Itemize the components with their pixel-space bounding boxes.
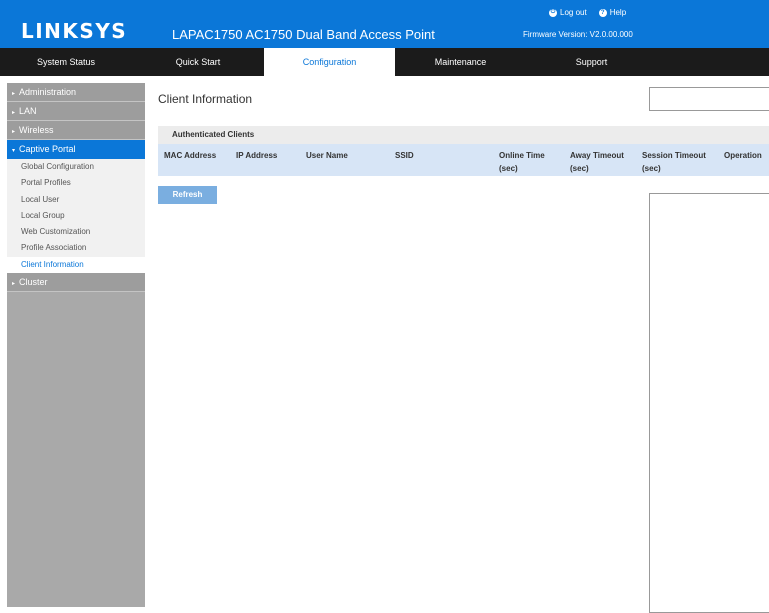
authenticated-clients-header: Authenticated Clients — [158, 126, 769, 144]
tab-support[interactable]: Support — [526, 48, 657, 76]
column-header-ip-address: IP Address — [236, 151, 278, 160]
sidebar: ▸ Administration ▸ LAN ▸ Wireless ▾ Captive … — [7, 83, 145, 607]
sidebar-item-profile-association[interactable]: Profile Association — [7, 240, 145, 256]
search-input[interactable] — [649, 87, 769, 111]
top-links: ⏻ Log out ? Help — [549, 8, 626, 17]
sidebar-item-local-group[interactable]: Local Group — [7, 208, 145, 224]
sidebar-group-lan[interactable]: ▸ LAN — [7, 102, 145, 121]
sidebar-item-portal-profiles[interactable]: Portal Profiles — [7, 175, 145, 191]
page-title: Client Information — [158, 92, 253, 106]
chevron-right-icon: ▸ — [12, 281, 16, 288]
captive-portal-submenu: Global Configuration Portal Profiles Loc… — [7, 159, 145, 274]
column-header-mac-address: MAC Address — [164, 151, 217, 160]
chevron-right-icon: ▸ — [12, 110, 16, 116]
clients-table-header: MAC Address IP Address User Name SSID On… — [158, 144, 769, 176]
chevron-down-icon: ▾ — [12, 148, 16, 154]
sidebar-item-web-customization[interactable]: Web Customization — [7, 224, 145, 240]
product-name: LAPAC1750 AC1750 Dual Band Access Point — [172, 27, 435, 42]
logout-link[interactable]: ⏻ Log out — [549, 8, 587, 17]
sidebar-group-captive-portal[interactable]: ▾ Captive Portal — [7, 140, 145, 159]
sidebar-group-label: Cluster — [19, 277, 48, 288]
column-header-user-name: User Name — [306, 151, 348, 160]
column-header-session-timeout: Session Timeout (sec) — [642, 151, 706, 173]
firmware-version: Firmware Version: V2.0.00.000 — [523, 30, 633, 39]
sidebar-item-client-information[interactable]: Client Information — [7, 256, 145, 274]
sidebar-group-label: LAN — [19, 106, 37, 116]
refresh-button[interactable]: Refresh — [158, 186, 217, 204]
column-header-operation: Operation — [724, 151, 762, 160]
sidebar-group-administration[interactable]: ▸ Administration — [7, 83, 145, 102]
help-icon: ? — [598, 8, 607, 17]
sidebar-item-local-user[interactable]: Local User — [7, 192, 145, 208]
sidebar-group-label: Wireless — [19, 125, 54, 135]
column-header-away-timeout: Away Timeout (sec) — [570, 151, 624, 173]
power-icon: ⏻ — [549, 8, 557, 17]
chevron-right-icon: ▸ — [12, 91, 16, 97]
column-header-ssid: SSID — [395, 151, 414, 160]
help-link[interactable]: ? Help — [598, 8, 627, 17]
logout-label: Log out — [560, 8, 587, 17]
sidebar-group-cluster[interactable]: ▸ Cluster — [7, 273, 145, 293]
tab-quick-start[interactable]: Quick Start — [132, 48, 264, 76]
sidebar-group-label: Captive Portal — [19, 144, 76, 154]
sidebar-group-wireless[interactable]: ▸ Wireless — [7, 121, 145, 140]
section-title: Authenticated Clients — [172, 130, 255, 139]
main-nav: System Status Quick Start Configuration … — [0, 48, 769, 76]
linksys-logo: LINKSYS — [21, 19, 128, 43]
sidebar-item-global-configuration[interactable]: Global Configuration — [7, 159, 145, 175]
tab-configuration[interactable]: Configuration — [264, 48, 395, 76]
header-bar: LINKSYS LAPAC1750 AC1750 Dual Band Acces… — [0, 0, 769, 48]
sidebar-group-label: Administration — [19, 87, 77, 97]
tab-maintenance[interactable]: Maintenance — [395, 48, 526, 76]
help-label: Help — [609, 8, 627, 17]
column-header-online-time: Online Time (sec) — [499, 151, 545, 173]
right-side-panel — [649, 193, 769, 613]
tab-system-status[interactable]: System Status — [0, 48, 132, 76]
chevron-right-icon: ▸ — [12, 129, 16, 135]
